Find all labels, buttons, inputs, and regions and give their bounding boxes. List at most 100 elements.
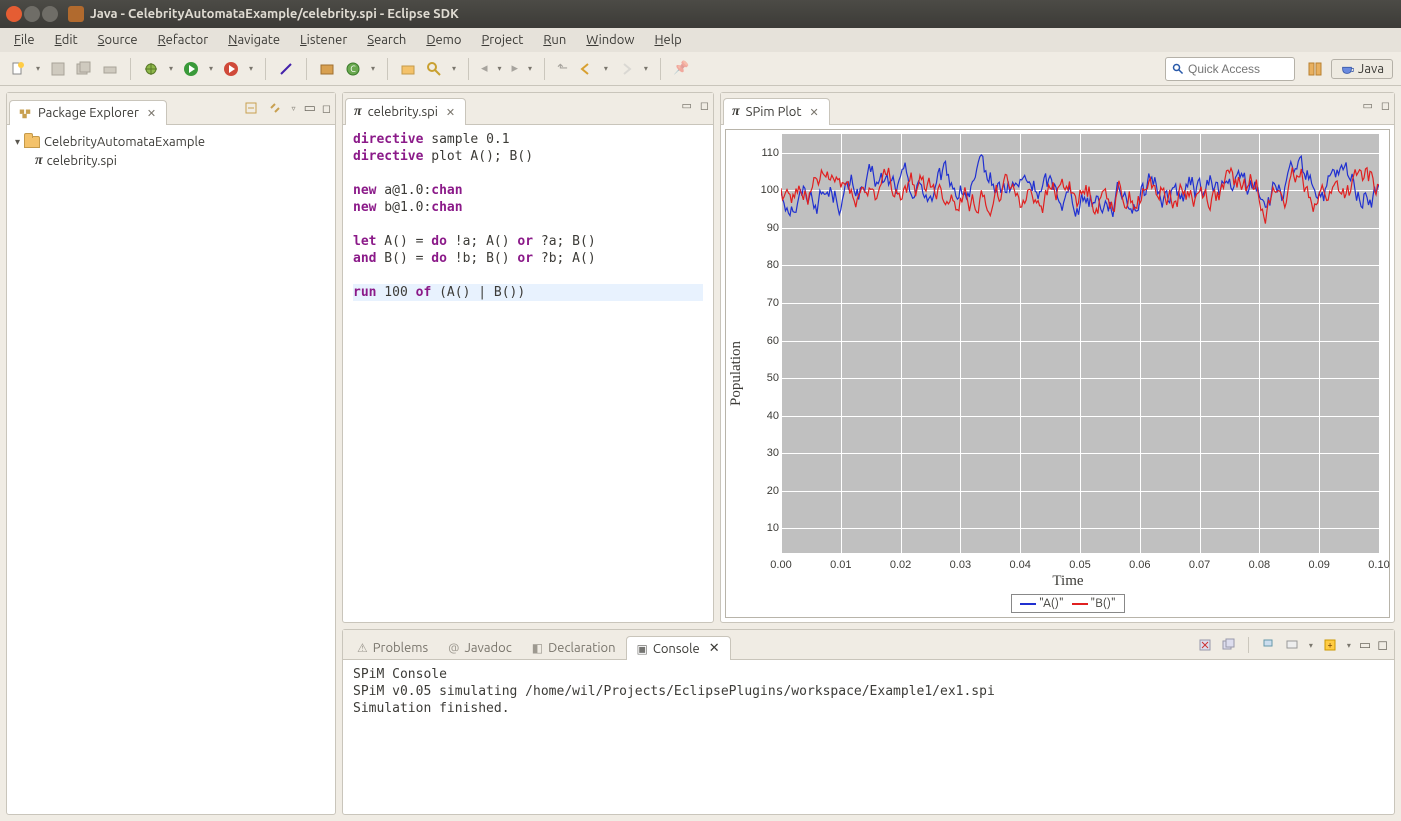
console-removeall-icon[interactable] xyxy=(1220,636,1238,654)
menu-search[interactable]: Search xyxy=(357,30,416,50)
new-console-icon[interactable]: + xyxy=(1321,636,1339,654)
minimize-icon[interactable]: ▭ xyxy=(681,99,691,112)
tab-javadoc[interactable]: @Javadoc xyxy=(438,637,522,659)
toolbar: ▾ ▾ ▾ ▾ C ▾ ▾ ◂ ▾ ▸ ▾ ⬑ ▾ ▾ 📌 Java xyxy=(0,52,1401,86)
minimize-icon[interactable]: ▭ xyxy=(1362,99,1372,112)
pin-icon[interactable]: 📌 xyxy=(671,59,691,78)
menu-demo[interactable]: Demo xyxy=(416,30,471,50)
tab-console[interactable]: ▣Console✕ xyxy=(626,636,731,660)
expand-icon[interactable]: ▾ xyxy=(15,136,20,148)
project-name: CelebrityAutomataExample xyxy=(44,135,205,149)
menu-source[interactable]: Source xyxy=(88,30,148,50)
tab-label: celebrity.spi xyxy=(368,105,438,119)
close-icon[interactable]: ✕ xyxy=(709,641,720,656)
titlebar: Java - CelebrityAutomataExample/celebrit… xyxy=(0,0,1401,28)
quick-access-input[interactable] xyxy=(1188,62,1288,76)
menu-window[interactable]: Window xyxy=(576,30,644,50)
chevron-down-icon[interactable]: ▾ xyxy=(526,61,534,77)
tree-project[interactable]: ▾ CelebrityAutomataExample xyxy=(15,133,327,151)
menu-listener[interactable]: Listener xyxy=(290,30,357,50)
close-icon[interactable]: ✕ xyxy=(808,106,819,119)
chevron-down-icon[interactable]: ▾ xyxy=(167,61,175,77)
bottom-panel: ⚠Problems@Javadoc◧Declaration▣Console✕ ▾… xyxy=(342,629,1395,815)
run-icon[interactable] xyxy=(181,59,201,79)
tab-label: Package Explorer xyxy=(38,106,139,120)
menu-refactor[interactable]: Refactor xyxy=(148,30,219,50)
code-editor[interactable]: directive sample 0.1directive plot A(); … xyxy=(343,129,713,303)
svg-text:+: + xyxy=(1327,640,1332,650)
chevron-down-icon[interactable]: ▾ xyxy=(1307,637,1315,653)
close-icon[interactable]: ✕ xyxy=(444,106,455,119)
new-icon[interactable] xyxy=(8,59,28,79)
chevron-down-icon[interactable]: ▾ xyxy=(369,61,377,77)
new-package-icon[interactable] xyxy=(317,59,337,79)
menu-help[interactable]: Help xyxy=(644,30,691,50)
console-output[interactable]: SPiM Console SPiM v0.05 simulating /home… xyxy=(343,660,1394,814)
maximize-icon[interactable]: ◻ xyxy=(1381,99,1390,112)
minimize-icon[interactable] xyxy=(24,6,40,22)
pin-console-icon[interactable] xyxy=(1259,636,1277,654)
menu-run[interactable]: Run xyxy=(533,30,576,50)
window-controls xyxy=(6,6,58,22)
menu-navigate[interactable]: Navigate xyxy=(218,30,290,50)
tab-problems[interactable]: ⚠Problems xyxy=(347,637,438,659)
tab-plot[interactable]: π SPim Plot ✕ xyxy=(723,98,830,125)
chevron-down-icon[interactable]: ▾ xyxy=(34,61,42,77)
plot-panel: π SPim Plot ✕ ▭ ◻ Population xyxy=(720,92,1395,623)
wand-icon[interactable] xyxy=(276,59,296,79)
minimize-icon[interactable]: ▭ xyxy=(304,101,316,116)
tab-package-explorer[interactable]: Package Explorer ✕ xyxy=(9,100,167,125)
save-icon[interactable] xyxy=(48,59,68,79)
search-icon[interactable] xyxy=(424,59,444,79)
menu-project[interactable]: Project xyxy=(472,30,534,50)
chevron-down-icon[interactable]: ▾ xyxy=(496,61,504,77)
nav-prev-icon[interactable]: ◂ xyxy=(479,59,490,78)
last-edit-icon[interactable]: ⬑ xyxy=(555,59,570,78)
console-remove-icon[interactable] xyxy=(1196,636,1214,654)
project-tree: ▾ CelebrityAutomataExample π celebrity.s… xyxy=(7,129,335,175)
chevron-down-icon[interactable]: ▾ xyxy=(1345,637,1353,653)
display-icon[interactable] xyxy=(1283,636,1301,654)
package-explorer-panel: Package Explorer ✕ ▿ ▭ ◻ ▾ CelebrityAuto… xyxy=(6,92,336,815)
quick-access[interactable] xyxy=(1165,57,1295,81)
forward-icon[interactable] xyxy=(616,59,636,79)
back-icon[interactable] xyxy=(576,59,596,79)
chart: Population 1020304050607080901001100.000… xyxy=(725,129,1390,618)
close-icon[interactable] xyxy=(6,6,22,22)
perspective-label: Java xyxy=(1358,62,1384,76)
print-icon[interactable] xyxy=(100,59,120,79)
minimize-icon[interactable]: ▭ xyxy=(1359,638,1371,653)
close-icon[interactable]: ✕ xyxy=(145,107,156,120)
package-icon xyxy=(18,106,32,120)
chevron-down-icon[interactable]: ▾ xyxy=(602,61,610,77)
maximize-icon[interactable] xyxy=(42,6,58,22)
view-menu-icon[interactable]: ▿ xyxy=(290,100,298,116)
maximize-icon[interactable]: ◻ xyxy=(1377,638,1388,653)
run-ext-icon[interactable] xyxy=(221,59,241,79)
save-all-icon[interactable] xyxy=(74,59,94,79)
chevron-down-icon[interactable]: ▾ xyxy=(247,61,255,77)
tab-editor[interactable]: π celebrity.spi ✕ xyxy=(345,98,466,125)
link-editor-icon[interactable] xyxy=(266,99,284,117)
tree-file[interactable]: π celebrity.spi xyxy=(15,151,327,171)
nav-next-icon[interactable]: ▸ xyxy=(510,59,521,78)
perspective-java[interactable]: Java xyxy=(1331,59,1393,79)
maximize-icon[interactable]: ◻ xyxy=(700,99,709,112)
collapse-all-icon[interactable] xyxy=(242,99,260,117)
maximize-icon[interactable]: ◻ xyxy=(322,102,331,115)
debug-icon[interactable] xyxy=(141,59,161,79)
pi-icon: π xyxy=(732,104,740,120)
chevron-down-icon[interactable]: ▾ xyxy=(642,61,650,77)
menu-file[interactable]: File xyxy=(4,30,45,50)
tab-declaration[interactable]: ◧Declaration xyxy=(522,637,626,659)
menu-edit[interactable]: Edit xyxy=(45,30,88,50)
file-name: celebrity.spi xyxy=(47,154,117,168)
open-type-icon[interactable] xyxy=(398,59,418,79)
chevron-down-icon[interactable]: ▾ xyxy=(207,61,215,77)
y-axis-label: Population xyxy=(726,130,747,617)
open-perspective-icon[interactable] xyxy=(1305,59,1325,79)
chevron-down-icon[interactable]: ▾ xyxy=(450,61,458,77)
pi-icon: π xyxy=(35,153,43,169)
chart-legend: "A()" "B()" xyxy=(1011,594,1124,613)
new-class-icon[interactable]: C xyxy=(343,59,363,79)
